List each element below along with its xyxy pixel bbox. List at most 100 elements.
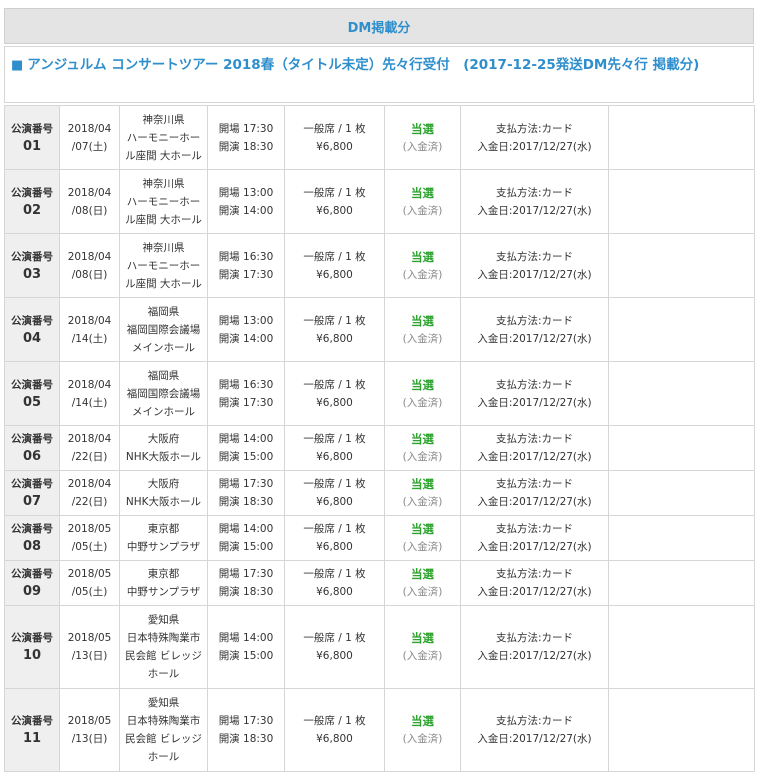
result-cell: 当選 (入金済) <box>384 361 461 426</box>
venue-cell: 大阪府 NHK大阪ホール <box>119 470 208 516</box>
date-line: 2018/04 <box>67 186 112 199</box>
ticket-price: ¥6,800 <box>316 268 353 281</box>
seat-cell: 一般席 / 1 枚 ¥6,800 <box>284 169 385 234</box>
performance-number: 05 <box>22 394 42 410</box>
venue-line: ル座間 大ホール <box>125 213 202 226</box>
result-cell: 当選 (入金済) <box>384 515 461 561</box>
performance-number-cell: 公演番号 06 <box>4 425 60 471</box>
table-row: 公演番号 04 2018/04/14(土) 福岡県 福岡国際会議場 メインホール 開場 13… <box>4 297 755 362</box>
time-cell: 開場 17:30 開演 18:30 <box>207 470 285 516</box>
seat-cell: 一般席 / 1 枚 ¥6,800 <box>284 470 385 516</box>
seat-type: 一般席 / 1 枚 <box>303 523 366 535</box>
payment-date: 入金日:2017/12/27(水) <box>477 496 592 508</box>
start-time: 開演 18:30 <box>218 586 274 598</box>
venue-line: 福岡国際会議場 <box>126 323 201 336</box>
venue-line: 民会館 ビレッジ <box>125 733 202 745</box>
empty-cell <box>608 105 755 170</box>
performance-label: 公演番号 <box>11 523 53 535</box>
venue-line: 中野サンプラザ <box>126 541 201 553</box>
open-time: 開場 13:00 <box>218 314 274 327</box>
venue-cell: 神奈川県 ハーモニーホー ル座間 大ホール <box>119 169 208 234</box>
payment-status: (入金済) <box>402 541 443 553</box>
payment-date: 入金日:2017/12/27(水) <box>477 140 592 153</box>
payment-method: 支払方法:カード <box>495 433 574 445</box>
open-time: 開場 14:00 <box>218 433 274 445</box>
table-row: 公演番号 06 2018/04/22(日) 大阪府 NHK大阪ホール 開場 14:00 開演… <box>4 425 755 471</box>
performance-table: 公演番号 01 2018/04/07(土) 神奈川県 ハーモニーホー ル座間 大ホール 開場… <box>4 105 755 772</box>
venue-line: NHK大阪ホール <box>125 496 202 508</box>
performance-number-cell: 公演番号 08 <box>4 515 60 561</box>
time-cell: 開場 14:00 開演 15:00 <box>207 515 285 561</box>
venue-line: メインホール <box>132 405 195 418</box>
result-cell: 当選 (入金済) <box>384 105 461 170</box>
table-row: 公演番号 03 2018/04/08(日) 神奈川県 ハーモニーホー ル座間 大ホール 開場… <box>4 233 755 298</box>
payment-status: (入金済) <box>402 332 443 345</box>
performance-number-cell: 公演番号 03 <box>4 233 60 298</box>
open-time: 開場 16:30 <box>218 378 274 391</box>
payment-method: 支払方法:カード <box>495 568 574 580</box>
payment-cell: 支払方法:カード入金日:2017/12/27(水) <box>460 425 609 471</box>
payment-status: (入金済) <box>402 586 443 598</box>
venue-line: メインホール <box>132 341 195 354</box>
open-time: 開場 14:00 <box>218 632 274 644</box>
payment-date: 入金日:2017/12/27(水) <box>477 650 592 662</box>
result-status: 当選 <box>411 121 434 136</box>
venue-cell: 神奈川県 ハーモニーホー ル座間 大ホール <box>119 105 208 170</box>
empty-cell <box>608 470 755 516</box>
table-row: 公演番号 02 2018/04/08(日) 神奈川県 ハーモニーホー ル座間 大ホール 開場… <box>4 169 755 234</box>
venue-line: ホール <box>147 751 180 763</box>
table-row: 公演番号 11 2018/05/13(日) 愛知県 日本特殊陶業市 民会館 ビレッジ ホール… <box>4 688 755 772</box>
section-header: DM掲載分 <box>4 8 754 44</box>
payment-cell: 支払方法:カード 入金日:2017/12/27(水) <box>460 560 609 606</box>
result-cell: 当選 (入金済) <box>384 560 461 606</box>
seat-type: 一般席 / 1 枚 <box>303 250 366 263</box>
result-cell: 当選 (入金済) <box>384 470 461 516</box>
start-time: 開演 15:00 <box>218 451 274 463</box>
date-cell: 2018/05/13(日) <box>59 688 120 772</box>
seat-type: 一般席 / 1 枚 <box>303 314 366 327</box>
venue-line: ル座間 大ホール <box>125 149 202 162</box>
date-line: 2018/04 <box>67 250 112 263</box>
ticket-price: ¥6,800 <box>316 586 353 598</box>
venue-cell: 東京都 中野サンプラザ <box>119 515 208 561</box>
performance-number-cell: 公演番号 01 <box>4 105 60 170</box>
date-cell: 2018/05/05(土) <box>59 515 120 561</box>
performance-number-cell: 公演番号 04 <box>4 297 60 362</box>
payment-date: 入金日:2017/12/27(水) <box>477 332 592 345</box>
start-time: 開演 17:30 <box>218 396 274 409</box>
venue-line: 神奈川県 <box>142 177 185 190</box>
payment-method: 支払方法:カード <box>495 632 574 644</box>
venue-line: 日本特殊陶業市 <box>126 632 201 644</box>
payment-method: 支払方法:カード <box>495 186 574 199</box>
time-cell: 開場 17:30 開演 18:30 <box>207 105 285 170</box>
performance-label: 公演番号 <box>11 715 53 727</box>
date-line: 2018/04 <box>67 478 112 490</box>
start-time: 開演 14:00 <box>218 204 274 217</box>
payment-method: 支払方法:カード <box>495 250 574 263</box>
table-row: 公演番号 01 2018/04/07(土) 神奈川県 ハーモニーホー ル座間 大ホール 開場… <box>4 105 755 170</box>
empty-cell <box>608 361 755 426</box>
ticket-price: ¥6,800 <box>316 496 353 508</box>
start-time: 開演 15:00 <box>218 650 274 662</box>
venue-line: ハーモニーホー <box>126 259 201 272</box>
performance-label: 公演番号 <box>11 433 53 445</box>
performance-number: 08 <box>22 539 42 554</box>
result-status: 当選 <box>411 185 434 200</box>
payment-date: 入金日:2017/12/27(水) <box>477 451 592 463</box>
start-time: 開演 17:30 <box>218 268 274 281</box>
performance-label: 公演番号 <box>11 632 53 644</box>
date-line: /05(土) <box>71 586 108 598</box>
empty-cell <box>608 605 755 689</box>
venue-line: NHK大阪ホール <box>125 451 202 463</box>
seat-cell: 一般席 / 1 枚 ¥6,800 <box>284 515 385 561</box>
performance-number-cell: 公演番号 07 <box>4 470 60 516</box>
result-cell: 当選 (入金済) <box>384 425 461 471</box>
start-time: 開演 18:30 <box>218 733 274 745</box>
table-row: 公演番号 05 2018/04/14(土) 福岡県 福岡国際会議場 メインホール 開場 16… <box>4 361 755 426</box>
performance-label: 公演番号 <box>11 250 53 263</box>
result-status: 当選 <box>411 249 434 264</box>
section-title: DM掲載分 <box>347 20 411 36</box>
venue-line: 民会館 ビレッジ <box>125 650 202 662</box>
result-status: 当選 <box>411 631 434 645</box>
date-line: /14(土) <box>71 396 108 409</box>
